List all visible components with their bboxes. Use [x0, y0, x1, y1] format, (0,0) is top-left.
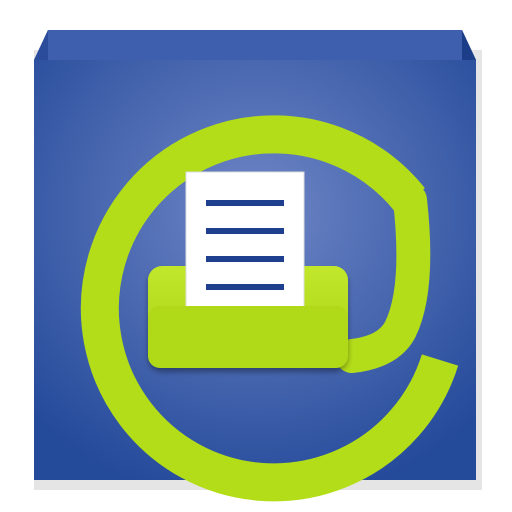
paper-line: [206, 228, 284, 234]
tile-top-bevel: [34, 30, 476, 60]
paper-sheet: [185, 171, 305, 318]
paper-line: [206, 200, 284, 206]
paper-line: [206, 284, 284, 290]
fax-email-icon: [34, 30, 482, 502]
fax-tray-front: [148, 306, 348, 368]
paper-line: [206, 256, 284, 262]
app-icon[interactable]: [0, 0, 512, 512]
